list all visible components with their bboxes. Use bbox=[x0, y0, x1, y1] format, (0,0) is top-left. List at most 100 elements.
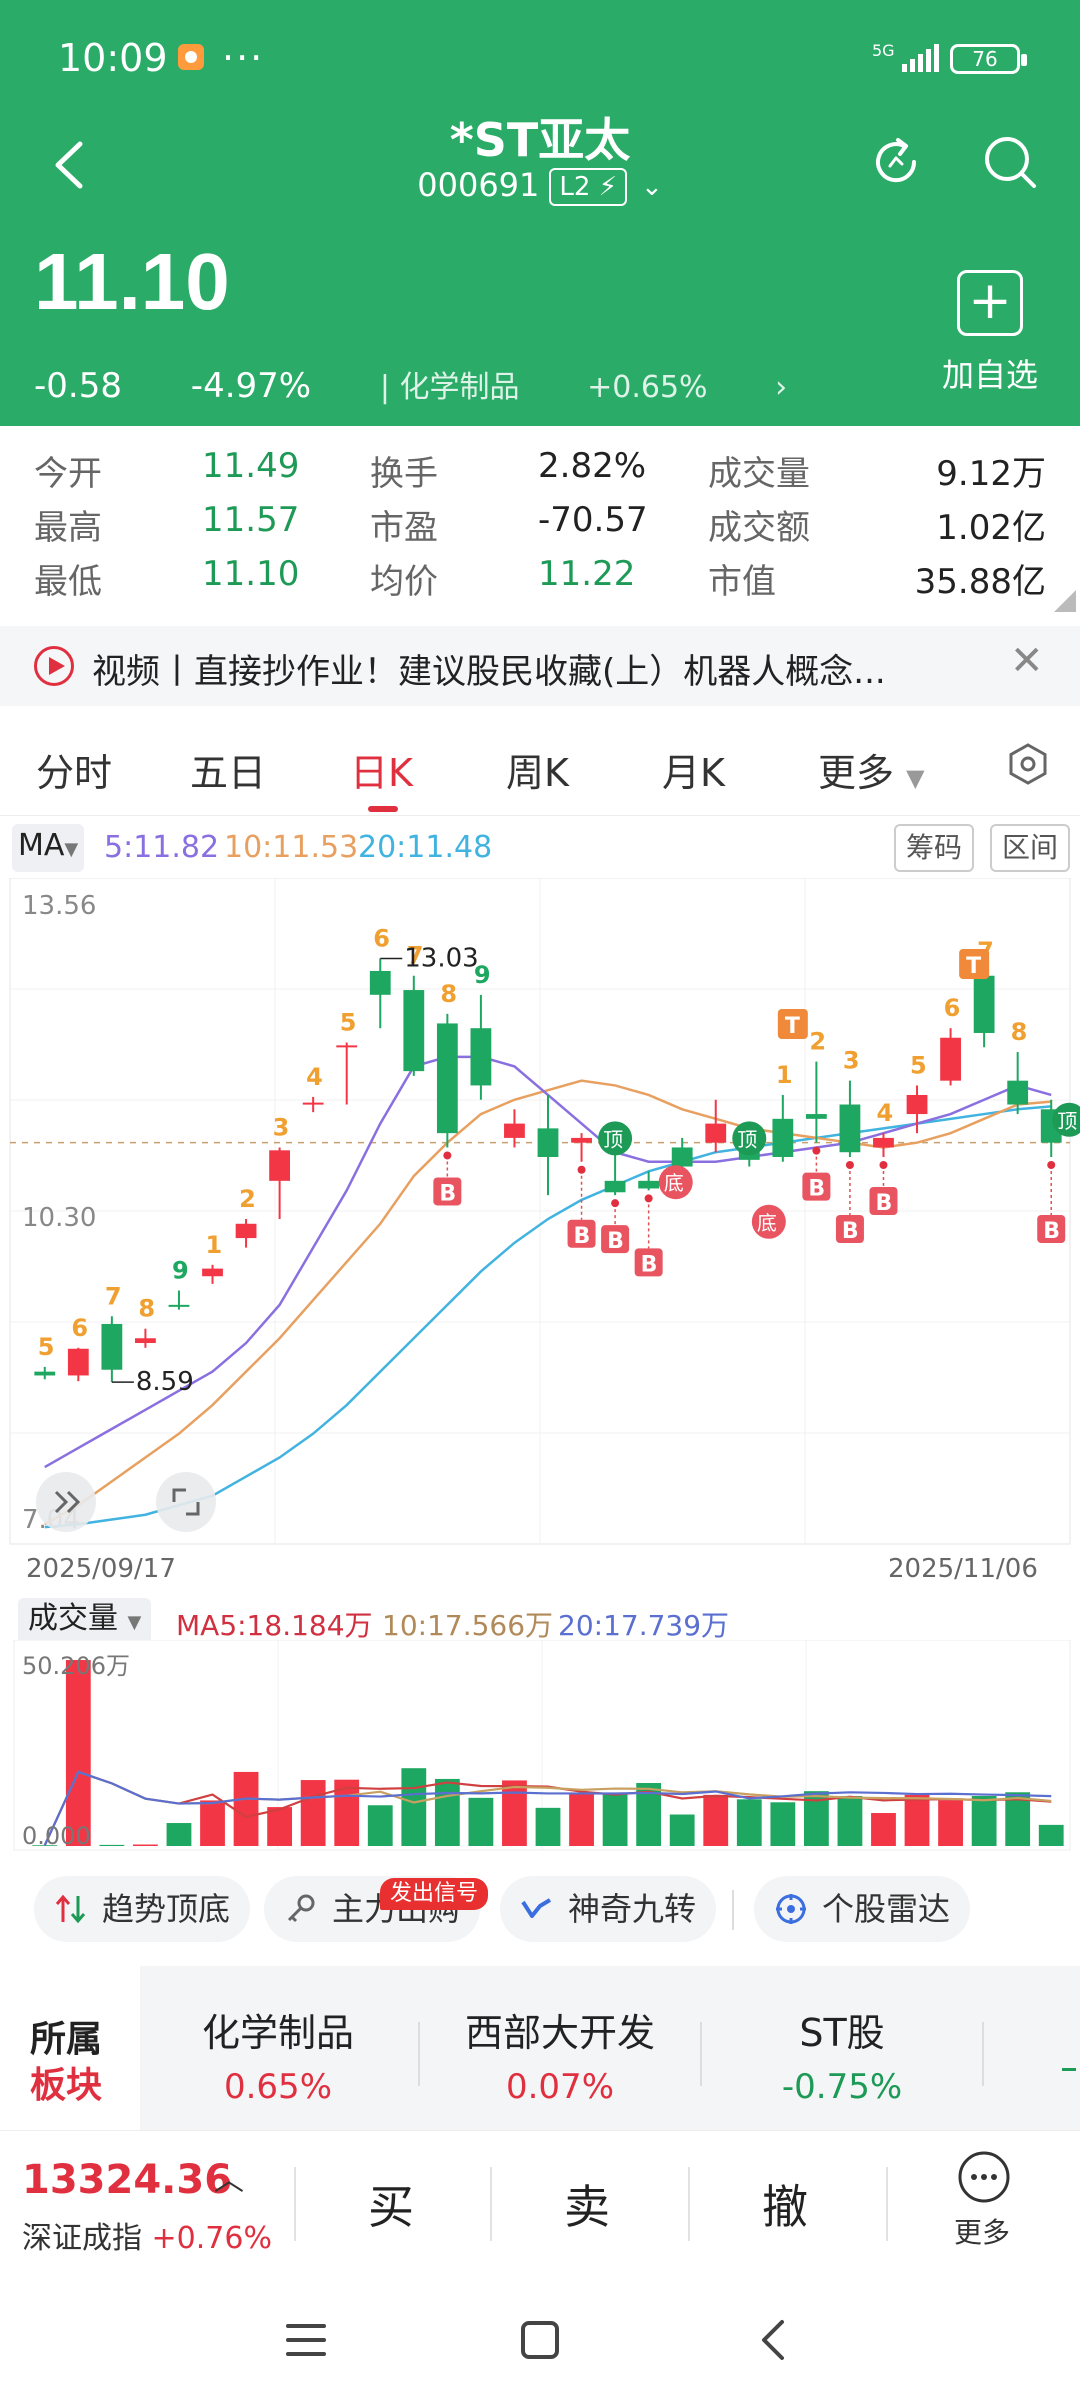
net-label: 5G bbox=[872, 41, 895, 60]
volume-bar bbox=[938, 1800, 963, 1846]
signal-dot bbox=[845, 1160, 854, 1169]
sector-link[interactable]: | 化学制品 +0.65% › bbox=[380, 370, 845, 405]
candle-body bbox=[336, 1045, 358, 1048]
nine-count-label: 1 bbox=[776, 1061, 793, 1089]
level2-badge[interactable]: L2 ⚡ bbox=[549, 168, 627, 206]
status-bar: 10:09 ··· 5G 76 bbox=[0, 0, 1080, 120]
stat-label-volume: 成交量 bbox=[708, 454, 810, 494]
sell-button[interactable]: 卖 bbox=[564, 2171, 610, 2237]
candle-body bbox=[436, 1023, 458, 1134]
refresh-icon[interactable] bbox=[866, 132, 926, 192]
sector-item[interactable]: 西部大开发 0.07% bbox=[420, 2002, 700, 2107]
tab-daily-k[interactable]: 日K bbox=[350, 742, 413, 797]
stock-header: 10:09 ··· 5G 76 *ST亚太 000691 L2 ⚡ ⌄ 11.10 … bbox=[0, 0, 1080, 426]
sector-item[interactable]: ST股 -0.75% bbox=[702, 2002, 982, 2107]
sector-overflow-hint bbox=[1062, 2068, 1076, 2071]
magic-nine-button[interactable]: 神奇九转 bbox=[500, 1876, 717, 1942]
tab-intraday[interactable]: 分时 bbox=[36, 742, 112, 797]
stat-label-low: 最低 bbox=[34, 562, 102, 602]
stat-value-volume: 9.12万 bbox=[936, 454, 1046, 494]
range-select-button[interactable]: 区间 bbox=[990, 824, 1071, 872]
sector-label-line1: 所属 bbox=[30, 2019, 103, 2060]
volume-min-label: 0.000 bbox=[22, 1822, 91, 1850]
stock-radar-button[interactable]: 个股雷达 bbox=[754, 1876, 971, 1942]
candle-body bbox=[135, 1338, 156, 1344]
volume-bar bbox=[267, 1807, 293, 1846]
nine-count-label: 6 bbox=[944, 994, 961, 1022]
nine-count-label: 3 bbox=[843, 1047, 860, 1075]
candle-body bbox=[906, 1094, 928, 1115]
sector-item[interactable]: 化学制品 0.65% bbox=[138, 2002, 418, 2107]
sector-item-name: 化学制品 bbox=[201, 2011, 354, 2055]
volume-bar bbox=[434, 1778, 460, 1846]
buy-signal-label: B bbox=[574, 1224, 591, 1249]
sector-section-label: 所属 板块 bbox=[0, 1966, 140, 2130]
top-signal-label: 顶 bbox=[1057, 1109, 1077, 1133]
chip-distribution-button[interactable]: 筹码 bbox=[894, 824, 975, 872]
add-favorite-label: 加自选 bbox=[941, 356, 1038, 394]
back-icon[interactable] bbox=[750, 2316, 798, 2364]
tab-weekly-k[interactable]: 周K bbox=[506, 742, 569, 797]
volume-bar bbox=[502, 1780, 527, 1846]
volume-indicator-selector[interactable]: 成交量 ▼ bbox=[18, 1598, 152, 1644]
chevron-down-icon[interactable]: ⌄ bbox=[641, 172, 663, 202]
signal-dot bbox=[812, 1146, 821, 1155]
play-video-icon bbox=[34, 646, 74, 686]
more-dots-icon[interactable] bbox=[956, 2149, 1012, 2205]
nine-count-label: 1 bbox=[206, 1231, 223, 1259]
cancel-order-button[interactable]: 撤 bbox=[762, 2171, 808, 2237]
candle-body bbox=[269, 1150, 291, 1181]
tab-more[interactable]: 更多 ▼ bbox=[818, 742, 925, 797]
stat-value-turnover: 2.82% bbox=[538, 446, 647, 486]
trend-top-bottom-button[interactable]: 趋势顶底 bbox=[34, 1876, 251, 1942]
sector-item-name: 西部大开发 bbox=[464, 2011, 655, 2055]
settings-hexagon-icon[interactable] bbox=[1006, 742, 1050, 786]
signal-dot bbox=[611, 1199, 620, 1208]
volume-bar bbox=[401, 1768, 427, 1846]
tab-monthly-k[interactable]: 月K bbox=[662, 742, 725, 797]
chevron-up-icon[interactable]: ︿ bbox=[214, 2155, 244, 2199]
more-label[interactable]: 更多 bbox=[954, 2211, 1010, 2251]
candle-body bbox=[873, 1137, 894, 1148]
nine-count-label: 8 bbox=[1011, 1018, 1028, 1046]
volume-chart[interactable]: 50.206万 0.000 bbox=[0, 1640, 1080, 1856]
ma-label: MA bbox=[18, 828, 65, 863]
radar-icon bbox=[776, 1894, 806, 1924]
stat-value-mktcap: 35.88亿 bbox=[914, 562, 1046, 602]
buy-signal-label: B bbox=[439, 1181, 456, 1206]
close-icon[interactable]: ✕ bbox=[1010, 638, 1044, 684]
triangle-down-icon: ▼ bbox=[906, 764, 925, 792]
tab-five-day[interactable]: 五日 bbox=[190, 742, 266, 797]
ma-selector[interactable]: MA▼ bbox=[12, 824, 85, 872]
nine-count-label: 5 bbox=[340, 1009, 357, 1037]
trade-divider bbox=[886, 2167, 888, 2241]
candle-body bbox=[571, 1137, 592, 1143]
home-square-icon[interactable] bbox=[516, 2316, 564, 2364]
stat-value-high: 11.57 bbox=[202, 500, 300, 540]
news-banner[interactable]: 视频丨直接抄作业！建议股民收藏(上）机器人概念... ✕ bbox=[0, 626, 1080, 706]
candle-body bbox=[168, 1304, 190, 1307]
expand-corner-icon[interactable] bbox=[1054, 590, 1076, 612]
index-value[interactable]: 13324.36 bbox=[22, 2157, 232, 2203]
buy-button[interactable]: 买 bbox=[368, 2171, 414, 2237]
pill-label: 趋势顶底 bbox=[102, 1890, 231, 1928]
pill-divider bbox=[732, 1890, 734, 1930]
add-favorite-button[interactable]: + 加自选 bbox=[930, 270, 1050, 396]
stat-label-avg: 均价 bbox=[370, 562, 438, 602]
nine-count-label: 4 bbox=[876, 1099, 893, 1127]
top-signal-label: 顶 bbox=[737, 1127, 757, 1151]
vol-ma5-value: MA5:18.184万 bbox=[176, 1609, 373, 1642]
candle-body bbox=[940, 1037, 961, 1081]
system-nav-bar bbox=[0, 2270, 1080, 2400]
stats-grid[interactable]: 今开 11.49 换手 2.82% 成交量 9.12万 最高 11.57 市盈 … bbox=[0, 426, 1080, 616]
menu-icon[interactable] bbox=[282, 2316, 330, 2364]
triangle-down-icon: ▼ bbox=[64, 839, 79, 860]
candlestick-chart[interactable]: 13.5610.307.04567891234567891234567813.0… bbox=[0, 878, 1080, 1590]
nine-count-label: 8 bbox=[138, 1295, 155, 1323]
volume-legend: 成交量 ▼ MA5:18.184万 10:17.566万 20:17.739万 bbox=[18, 1598, 1078, 1644]
fullscreen-button bbox=[156, 1472, 216, 1532]
volume-bar bbox=[871, 1813, 896, 1846]
search-icon[interactable] bbox=[980, 132, 1040, 192]
price-change-row: -0.58 -4.97% | 化学制品 +0.65% › bbox=[34, 362, 845, 406]
pill-label: 神奇九转 bbox=[568, 1890, 697, 1928]
